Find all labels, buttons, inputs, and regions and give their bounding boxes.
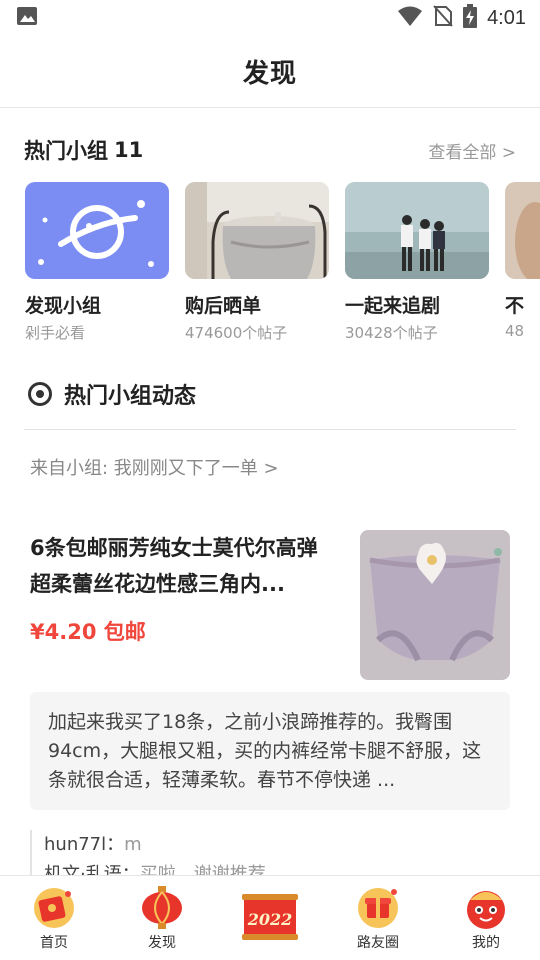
reply-list: hun77l：m 机文·乱语：买啦，谢谢推荐 bbox=[30, 830, 510, 875]
new-year-2022-icon: 2022 bbox=[240, 892, 300, 942]
group-sub: 30428个帖子 bbox=[345, 324, 438, 342]
group-card-discover[interactable]: 发现小组 剁手必看 bbox=[25, 182, 169, 343]
dynamics-title: 热门小组动态 bbox=[64, 384, 197, 409]
bottom-tab-bar: 首页 发现 2022 路友圈 我的 bbox=[0, 875, 540, 960]
comment-box[interactable]: 加起来我买了18条，之前小浪蹄推荐的。我臀围94cm，大腿根又粗，买的内裤经常卡… bbox=[30, 692, 510, 810]
group-thumb-drama-photo bbox=[345, 182, 489, 279]
hot-groups-count: 11 bbox=[114, 138, 144, 162]
group-thumb-partial bbox=[505, 182, 540, 279]
product-price: ¥4.20 包邮 bbox=[30, 620, 146, 644]
wifi-icon bbox=[397, 5, 423, 31]
group-sub: 474600个帖子 bbox=[185, 324, 288, 342]
product-title[interactable]: 6条包邮丽芳纯女士莫代尔高弹超柔蕾丝花边性感三角内... bbox=[30, 530, 330, 602]
tab-home[interactable]: 首页 bbox=[0, 876, 108, 960]
reply-item: 机文·乱语：买啦，谢谢推荐 bbox=[44, 860, 510, 875]
group-sub: 48 bbox=[505, 322, 525, 340]
image-icon bbox=[16, 5, 38, 31]
hot-groups-header: 热门小组 11 查看全部 > bbox=[24, 132, 516, 168]
group-thumb-table-photo bbox=[185, 182, 329, 279]
tab-new-year[interactable]: 2022 bbox=[216, 876, 324, 960]
group-sub: 剁手必看 bbox=[25, 324, 86, 342]
see-all-link[interactable]: 查看全部 > bbox=[428, 138, 516, 163]
divider bbox=[24, 429, 516, 430]
hot-groups-carousel[interactable]: 发现小组 剁手必看 购后晒单 474600个帖子 一起来追剧 30428个帖子 … bbox=[25, 182, 540, 352]
page-title: 发现 bbox=[242, 59, 297, 89]
group-name: 一起来追剧 bbox=[345, 295, 441, 317]
hot-groups-title: 热门小组 bbox=[24, 139, 108, 163]
reply-user[interactable]: 机文·乱语： bbox=[44, 864, 140, 875]
target-icon bbox=[28, 382, 52, 406]
tab-label: 首页 bbox=[40, 935, 68, 951]
group-name: 发现小组 bbox=[25, 295, 102, 317]
new-year-badge-text: 2022 bbox=[247, 910, 293, 929]
group-name: 购后晒单 bbox=[185, 295, 262, 317]
tab-profile[interactable]: 我的 bbox=[432, 876, 540, 960]
profile-mascot-icon bbox=[462, 884, 510, 930]
tab-circle[interactable]: 路友圈 bbox=[324, 876, 432, 960]
reply-text: m bbox=[124, 834, 142, 855]
reply-text: 买啦，谢谢推荐 bbox=[139, 864, 266, 875]
group-card-showcase[interactable]: 购后晒单 474600个帖子 bbox=[185, 182, 329, 343]
no-sim-icon bbox=[433, 5, 453, 31]
group-thumb-planet bbox=[25, 182, 169, 279]
tab-label: 发现 bbox=[148, 935, 176, 951]
from-group-link[interactable]: 来自小组: 我刚刚又下了一单 > bbox=[30, 454, 279, 480]
tab-label: 我的 bbox=[472, 935, 500, 951]
battery-charging-icon bbox=[463, 4, 478, 32]
header: 发现 bbox=[0, 36, 540, 108]
reply-item: hun77l：m bbox=[44, 830, 510, 860]
product-image[interactable] bbox=[360, 530, 510, 680]
status-bar: 4:01 bbox=[0, 0, 540, 36]
discover-lantern-icon bbox=[138, 884, 186, 930]
home-redpacket-icon bbox=[30, 884, 78, 930]
reply-user[interactable]: hun77l： bbox=[44, 834, 124, 855]
comment-text: 加起来我买了18条，之前小浪蹄推荐的。我臀围94cm，大腿根又粗，买的内裤经常卡… bbox=[48, 711, 482, 791]
circle-giftbox-icon bbox=[354, 884, 402, 930]
status-time: 4:01 bbox=[487, 6, 526, 29]
tab-label: 路友圈 bbox=[357, 935, 399, 951]
group-name: 不 bbox=[505, 295, 525, 317]
group-card-drama[interactable]: 一起来追剧 30428个帖子 bbox=[345, 182, 489, 343]
dynamics-header: 热门小组动态 bbox=[28, 376, 196, 412]
tab-discover[interactable]: 发现 bbox=[108, 876, 216, 960]
group-card-partial[interactable]: 不 48 bbox=[505, 182, 540, 340]
